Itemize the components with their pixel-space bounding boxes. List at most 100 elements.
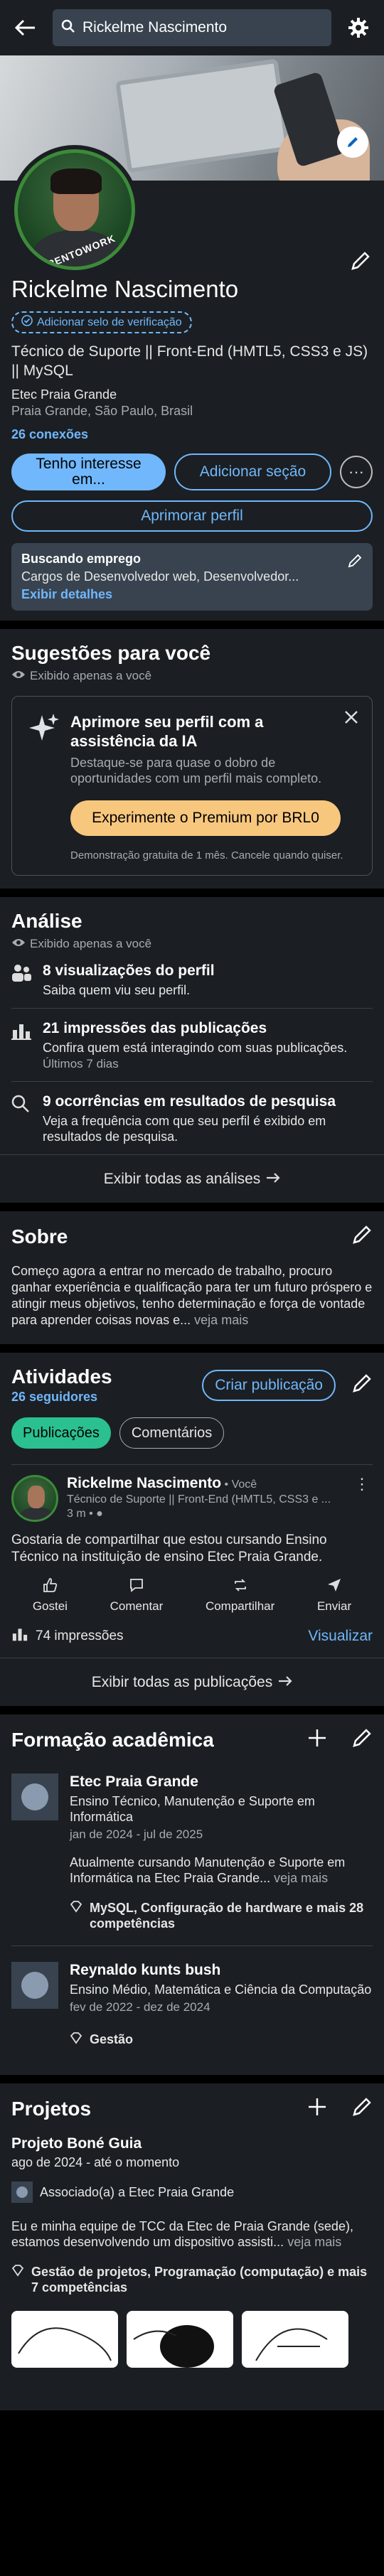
edit-activity-pencil-icon[interactable]	[351, 1373, 373, 1397]
sparkle-icon	[28, 712, 60, 786]
ai-card-title: Aprimore seu perfil com a assistência da…	[70, 713, 264, 750]
comment-button[interactable]: Comentar	[110, 1577, 163, 1614]
connections-link[interactable]: 26 conexões	[11, 427, 373, 442]
about-body: Começo agora a entrar no mercado de trab…	[11, 1264, 373, 1327]
analytics-title: Análise	[11, 910, 82, 932]
edit-profile-pencil-icon[interactable]	[350, 250, 371, 275]
search-value: Rickelme Nascimento	[82, 19, 228, 36]
skills-label: Gestão de projetos, Programação (computa…	[31, 2265, 368, 2295]
dates: fev de 2022 - dez de 2024	[70, 2000, 210, 2014]
followers-count[interactable]: 26 seguidores	[11, 1390, 112, 1405]
add-education-plus-icon[interactable]	[307, 1728, 327, 1751]
more-options-button[interactable]: ···	[340, 456, 373, 488]
private-label: Exibido apenas a você	[30, 669, 152, 682]
premium-footnote: Demonstração gratuita de 1 mês. Cancele …	[70, 849, 343, 862]
see-more-link[interactable]: veja mais	[194, 1313, 248, 1327]
people-icon	[11, 962, 33, 998]
ai-assist-card: Aprimore seu perfil com a assistência da…	[11, 696, 373, 876]
private-note: Exibido apenas a você	[11, 669, 373, 683]
education-skills[interactable]: Gestão	[70, 2032, 371, 2048]
edit-projects-pencil-icon[interactable]	[351, 2096, 373, 2121]
diamond-icon	[11, 2264, 24, 2295]
post-time-label: 3 m •	[67, 1508, 97, 1520]
enhance-profile-button[interactable]: Aprimorar perfil	[11, 500, 373, 532]
diamond-icon	[70, 2032, 82, 2048]
degree: Ensino Médio, Matemática e Ciência da Co…	[70, 1982, 372, 1997]
tab-posts[interactable]: Publicações	[11, 1417, 111, 1449]
education-item[interactable]: Reynaldo kunts bush Ensino Médio, Matemá…	[11, 1946, 373, 2062]
see-more-link[interactable]: veja mais	[274, 1871, 328, 1885]
tab-comments[interactable]: Comentários	[119, 1417, 225, 1449]
add-section-button[interactable]: Adicionar seção	[174, 454, 331, 490]
create-post-button[interactable]: Criar publicação	[202, 1369, 336, 1401]
analytics-item-title: 21 impressões das publicações	[43, 1020, 267, 1036]
project-media-thumbnail[interactable]	[127, 2311, 233, 2368]
show-all-label: Exibir todas as análises	[103, 1170, 261, 1187]
open-to-button[interactable]: Tenho interesse em...	[11, 454, 166, 490]
repost-icon	[233, 1577, 248, 1596]
post-impressions: 74 impressões	[11, 1626, 124, 1646]
activity-title: Atividades	[11, 1365, 112, 1388]
see-details-link[interactable]: Exibir detalhes	[21, 587, 363, 602]
project-media-thumbnail[interactable]	[242, 2311, 348, 2368]
analytics-item-period: Últimos 7 dias	[43, 1057, 119, 1070]
search-icon	[11, 1093, 33, 1144]
analytics-profile-views[interactable]: 8 visualizações do perfil Saiba quem viu…	[11, 951, 373, 1009]
project-media-thumbnail[interactable]	[11, 2311, 118, 2368]
edit-banner-icon[interactable]	[337, 127, 368, 158]
see-more-link[interactable]: veja mais	[287, 2235, 341, 2249]
post-author-avatar[interactable]	[11, 1475, 58, 1522]
edit-open-to-work-icon[interactable]	[347, 553, 363, 572]
school-logo	[11, 1962, 58, 2009]
edit-education-pencil-icon[interactable]	[351, 1727, 373, 1752]
analytics-item-desc: Saiba quem viu seu perfil.	[43, 983, 191, 997]
activity-section: Atividades 26 seguidores Criar publicaçã…	[0, 1353, 384, 1706]
back-arrow-icon[interactable]	[10, 12, 41, 43]
post-author-headline: Técnico de Suporte || Front-End (HMTL5, …	[67, 1493, 331, 1506]
show-all-analytics-button[interactable]: Exibir todas as análises	[0, 1154, 384, 1203]
comment-icon	[129, 1577, 144, 1596]
show-all-posts-button[interactable]: Exibir todas as publicações	[0, 1658, 384, 1706]
post-menu-icon[interactable]: ⋮	[354, 1475, 370, 1493]
suggestions-title: Sugestões para você	[11, 642, 211, 664]
edit-about-pencil-icon[interactable]	[351, 1224, 373, 1249]
close-icon[interactable]	[343, 709, 359, 729]
activity-post[interactable]: Rickelme Nascimento • Você Técnico de Su…	[11, 1464, 373, 1658]
ai-card-description: Destaque-se para quase o dobro de oportu…	[70, 756, 322, 785]
add-project-plus-icon[interactable]	[307, 2097, 327, 2120]
share-button[interactable]: Compartilhar	[206, 1577, 274, 1614]
education-description: Atualmente cursando Manutenção e Suporte…	[70, 1855, 373, 1886]
degree: Ensino Técnico, Manutenção e Suporte em …	[70, 1794, 315, 1824]
search-input[interactable]: Rickelme Nascimento	[53, 9, 331, 46]
bar-chart-icon	[11, 1626, 28, 1646]
analytics-post-impressions[interactable]: 21 impressões das publicações Confira qu…	[11, 1009, 373, 1082]
analytics-item-desc: Confira quem está interagindo com suas p…	[43, 1041, 348, 1055]
send-button[interactable]: Enviar	[317, 1577, 351, 1614]
education-skills[interactable]: MySQL, Configuração de hardware e mais 2…	[70, 1900, 373, 1931]
project-association[interactable]: Associado(a) a Etec Praia Grande	[11, 2181, 373, 2203]
verification-badge-button[interactable]: Adicionar selo de verificação	[11, 311, 192, 333]
open-to-work-box[interactable]: Buscando emprego Cargos de Desenvolvedor…	[11, 543, 373, 611]
analytics-item-title: 8 visualizações do perfil	[43, 962, 215, 979]
open-to-work-roles: Cargos de Desenvolvedor web, Desenvolved…	[21, 569, 299, 584]
dates: jan de 2024 - jul de 2025	[70, 1828, 203, 1841]
school-logo	[11, 2181, 33, 2203]
analytics-section: Análise Exibido apenas a você 8 visualiz…	[0, 897, 384, 1203]
education-item[interactable]: Etec Praia Grande Ensino Técnico, Manute…	[11, 1765, 373, 1946]
share-label: Compartilhar	[205, 1599, 275, 1613]
post-author-name[interactable]: Rickelme Nascimento	[67, 1475, 221, 1491]
send-label: Enviar	[316, 1599, 352, 1613]
send-icon	[326, 1577, 342, 1596]
analytics-search-appearances[interactable]: 9 ocorrências em resultados de pesquisa …	[11, 1082, 373, 1154]
education-section: Formação acadêmica Etec Praia Grande Ens…	[0, 1714, 384, 2075]
verification-badge-label: Adicionar selo de verificação	[37, 316, 182, 328]
impressions-label: 74 impressões	[36, 1628, 124, 1643]
try-premium-button[interactable]: Experimente o Premium por BRL0	[70, 800, 341, 836]
like-button[interactable]: Gostei	[33, 1577, 68, 1614]
about-section: Sobre Começo agora a entrar no mercado d…	[0, 1211, 384, 1344]
profile-school[interactable]: Etec Praia Grande	[11, 387, 373, 402]
view-analytics-link[interactable]: Visualizar	[308, 1628, 373, 1645]
project-skills[interactable]: Gestão de projetos, Programação (computa…	[11, 2264, 373, 2295]
gear-icon[interactable]	[343, 12, 374, 43]
post-time: 3 m • ●	[67, 1508, 331, 1520]
